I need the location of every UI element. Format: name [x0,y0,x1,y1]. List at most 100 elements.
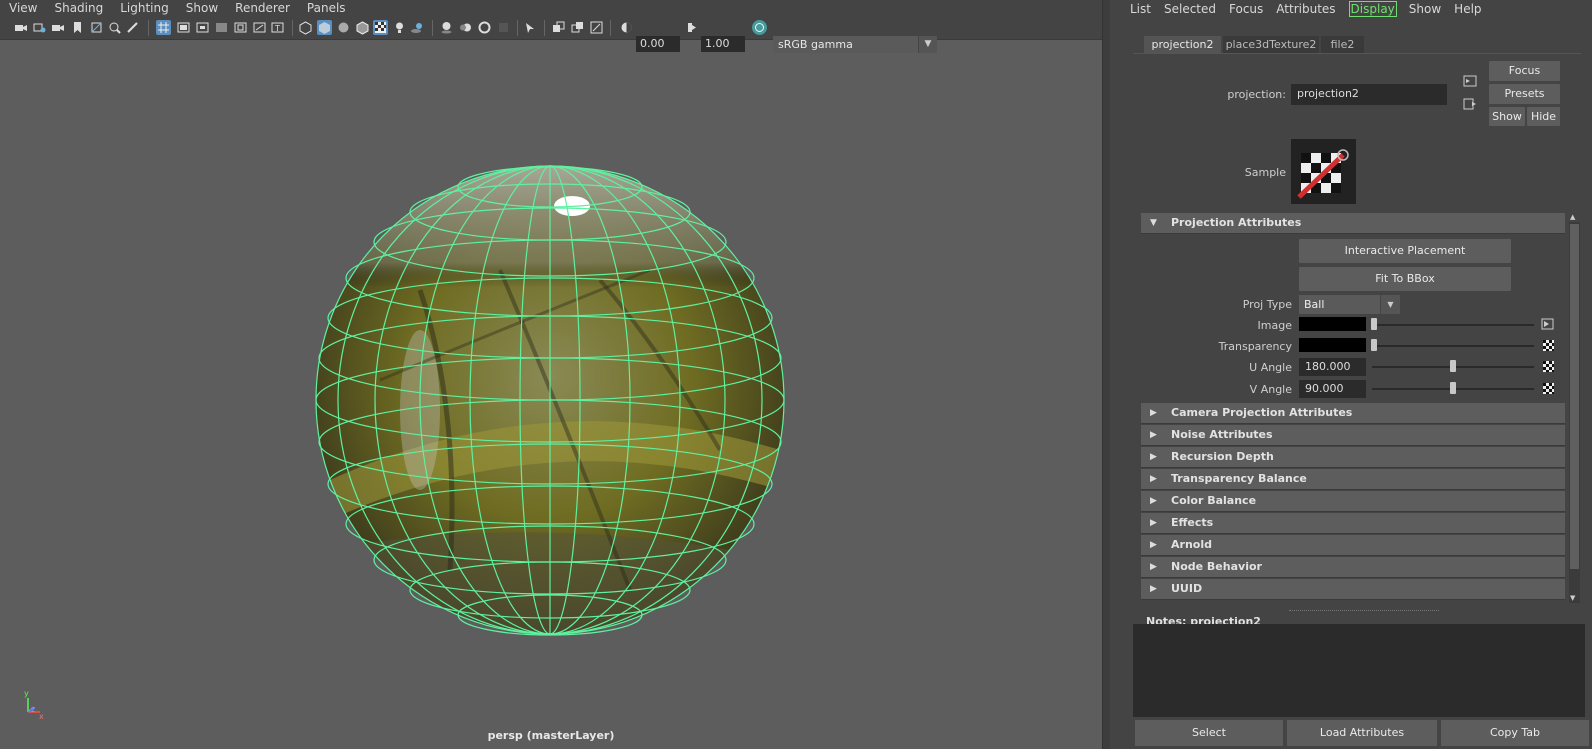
view-transform-dropdown[interactable]: sRGB gamma ▼ [773,36,937,53]
section-effects[interactable]: ▶ Effects [1141,513,1565,534]
menu-lighting[interactable]: Lighting [111,0,177,17]
scroll-down-icon[interactable]: ▼ [1570,594,1575,602]
section-noise-attributes[interactable]: ▶ Noise Attributes [1141,425,1565,446]
proj-type-dropdown[interactable]: Ball ▼ [1299,295,1400,314]
v-angle-field[interactable]: 90.000 [1299,380,1366,398]
panel-splitter[interactable] [1102,0,1110,749]
ae-menu-show[interactable]: Show [1409,2,1441,16]
select-button[interactable]: Select [1135,720,1283,746]
grid-icon[interactable] [156,20,171,35]
gamma-field[interactable]: 1.00 [701,36,745,52]
tab-place3dtexture2[interactable]: place3dTexture2 [1223,36,1319,53]
ae-menu-help[interactable]: Help [1454,2,1481,16]
menu-shading[interactable]: Shading [45,0,111,17]
ae-menu-attributes[interactable]: Attributes [1276,2,1335,16]
menu-show[interactable]: Show [177,0,226,17]
ae-menu-list[interactable]: List [1130,2,1151,16]
presets-button[interactable]: Presets [1489,84,1560,104]
projection-sample-swatch-icon[interactable] [1291,139,1356,204]
section-projection-attributes[interactable]: ▼ Projection Attributes [1141,213,1565,234]
resolution-gate-icon[interactable] [195,20,210,35]
node-name-field[interactable]: projection2 [1291,84,1447,105]
xray-joints-icon[interactable] [570,20,585,35]
image-slider-handle[interactable] [1371,318,1377,330]
tab-file2[interactable]: file2 [1321,36,1364,53]
section-transparency-balance[interactable]: ▶ Transparency Balance [1141,469,1565,490]
field-chart-icon[interactable] [233,20,248,35]
hide-button[interactable]: Hide [1527,107,1560,126]
image-color-swatch[interactable] [1299,317,1366,331]
focus-button[interactable]: Focus [1489,61,1560,81]
pan-zoom-icon[interactable] [107,20,122,35]
color-management-icon[interactable] [752,20,767,35]
interactive-placement-button[interactable]: Interactive Placement [1299,239,1511,263]
bookmark-camera-icon[interactable] [50,20,65,35]
camera-attributes-icon[interactable] [32,20,47,35]
film-gate-icon[interactable] [176,20,191,35]
gamma-icon[interactable] [684,20,699,35]
screen-space-ao-icon[interactable] [439,20,454,35]
transparency-slider[interactable] [1372,345,1534,347]
section-node-behavior[interactable]: ▶ Node Behavior [1141,557,1565,578]
image-plane-icon[interactable] [89,20,104,35]
wireframe-cube-icon[interactable] [298,20,313,35]
menu-renderer[interactable]: Renderer [226,0,298,17]
shadows-icon[interactable] [410,20,425,35]
scroll-up-icon[interactable]: ▲ [1570,213,1575,221]
chevron-down-icon[interactable]: ▼ [1380,295,1400,314]
textured-icon[interactable] [373,20,388,35]
input-connection-icon[interactable] [1463,75,1477,87]
exposure-field[interactable]: 0.00 [636,36,680,52]
map-button-checker-icon[interactable] [1543,383,1554,394]
section-color-balance[interactable]: ▶ Color Balance [1141,491,1565,512]
default-material-icon[interactable] [336,20,351,35]
section-uuid[interactable]: ▶ UUID [1141,579,1565,600]
ae-menu-selected[interactable]: Selected [1164,2,1216,16]
xray-active-components-icon[interactable] [589,20,604,35]
ae-menu-focus[interactable]: Focus [1229,2,1263,16]
fit-to-bbox-button[interactable]: Fit To BBox [1299,267,1511,291]
load-attributes-button[interactable]: Load Attributes [1287,720,1437,746]
use-all-lights-icon[interactable] [392,20,407,35]
collapsed-triangle-icon: ▶ [1150,474,1157,484]
transparency-slider-handle[interactable] [1371,339,1377,351]
copy-tab-button[interactable]: Copy Tab [1441,720,1589,746]
safe-title-icon[interactable]: T [270,20,285,35]
safe-action-icon[interactable] [252,20,267,35]
depth-of-field-icon[interactable] [496,20,511,35]
tab-projection2[interactable]: projection2 [1144,36,1221,53]
section-recursion-depth[interactable]: ▶ Recursion Depth [1141,447,1565,468]
grease-pencil-icon[interactable] [125,20,140,35]
map-connection-icon[interactable] [1541,318,1554,330]
proj-type-value: Ball [1304,298,1325,311]
transparency-color-swatch[interactable] [1299,338,1366,352]
ae-menu-display[interactable]: Display [1348,0,1397,17]
image-slider[interactable] [1372,324,1534,326]
xray-icon[interactable] [551,20,566,35]
section-arnold[interactable]: ▶ Arnold [1141,535,1565,556]
notes-splitter[interactable] [1289,610,1439,613]
menu-panels[interactable]: Panels [298,0,354,17]
notes-textarea[interactable] [1133,624,1585,717]
bookmark-icon[interactable] [70,20,85,35]
u-angle-slider-handle[interactable] [1450,360,1456,372]
textured-sphere[interactable] [300,150,800,650]
output-connection-icon[interactable] [1463,98,1477,110]
motion-blur-icon[interactable] [458,20,473,35]
gate-mask-icon[interactable] [214,20,229,35]
exposure-icon[interactable] [619,20,634,35]
v-angle-slider-handle[interactable] [1450,382,1456,394]
u-angle-field[interactable]: 180.000 [1299,358,1366,376]
smooth-shade-cube-icon[interactable] [317,20,332,35]
map-button-checker-icon[interactable] [1543,340,1554,351]
attribute-scrollbar-thumb[interactable] [1570,224,1579,569]
anti-aliasing-icon[interactable] [477,20,492,35]
camera-icon[interactable] [13,20,28,35]
isolate-select-icon[interactable] [523,20,538,35]
chevron-down-icon[interactable]: ▼ [918,36,937,53]
section-camera-projection-attributes[interactable]: ▶ Camera Projection Attributes [1141,403,1565,424]
wireframe-on-shaded-icon[interactable] [355,20,370,35]
menu-view[interactable]: View [0,0,45,17]
map-button-checker-icon[interactable] [1543,361,1554,372]
show-button[interactable]: Show [1489,107,1525,126]
